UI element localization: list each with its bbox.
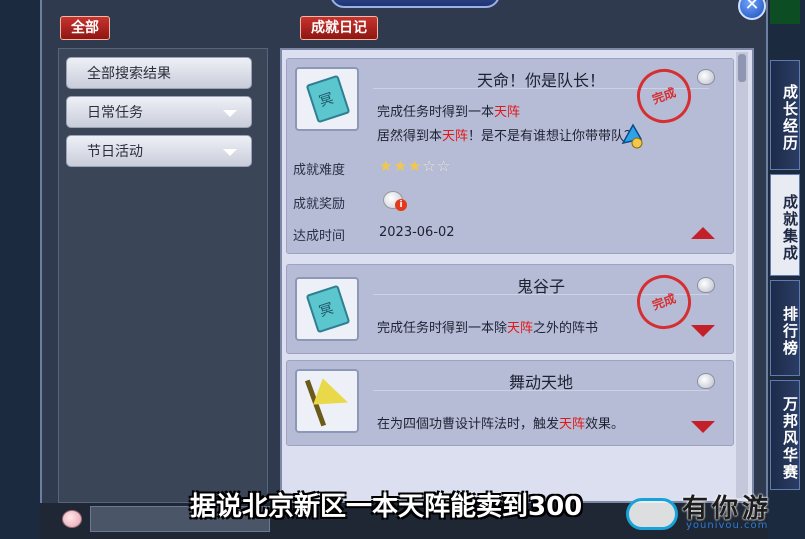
highlight-text: 天阵	[507, 321, 534, 336]
reward-label: 成就奖励	[293, 197, 346, 212]
gamepad-icon	[626, 498, 678, 530]
logo-url: younivou.com	[686, 520, 769, 531]
achievement-card[interactable]: 天命！你是队长！ 完成 完成任务时得到一本天阵 居然得到本天阵！是不是有谁想让你…	[286, 58, 734, 254]
achievement-desc-line: 在为四個功曹设计阵法时，触发天阵效果。	[377, 417, 625, 432]
category-label: 节日活动	[87, 144, 143, 160]
star-empty-icon: ☆	[436, 157, 452, 175]
star-icon: ★	[407, 157, 423, 175]
peach-icon	[697, 373, 715, 389]
category-label: 全部搜索结果	[87, 66, 171, 82]
chevron-down-icon	[223, 149, 237, 156]
category-festival-events[interactable]: 节日活动	[66, 135, 252, 167]
achievement-title: 舞动天地	[508, 373, 573, 392]
scrollbar[interactable]	[736, 52, 748, 498]
peach-icon[interactable]	[62, 510, 82, 528]
achievement-desc-line: 居然得到本天阵！是不是有谁想让你带带队？	[377, 129, 638, 144]
difficulty-label: 成就难度	[293, 163, 346, 178]
achievement-card[interactable]: 舞动天地 在为四個功曹设计阵法时，触发天阵效果。	[286, 360, 734, 446]
side-tab-growth[interactable]: 成长经历	[770, 60, 800, 170]
date-label: 达成时间	[293, 229, 346, 244]
peach-icon	[697, 69, 715, 85]
watermark-logo: 有你游 younivou.com	[620, 488, 800, 538]
info-badge-icon: i	[395, 199, 407, 211]
side-tab-ranking[interactable]: 排行榜	[770, 280, 800, 376]
card-title-bar: 舞动天地	[373, 365, 709, 392]
highlight-text: 天阵	[559, 417, 586, 432]
achievement-icon-frame	[295, 369, 359, 433]
achievement-card[interactable]: 鬼谷子 完成 完成任务时得到一本除天阵之外的阵书	[286, 264, 734, 354]
category-label: 日常任务	[87, 105, 143, 121]
achievement-date: 2023-06-02	[379, 225, 455, 240]
highlight-text: 天阵	[494, 105, 521, 120]
video-subtitle: 据说北京新区一本天阵能卖到300	[190, 492, 583, 522]
star-icon: ★	[393, 157, 408, 175]
tab-achievement-diary[interactable]: 成就日记	[300, 16, 378, 40]
achievement-icon-frame	[295, 277, 359, 341]
book-icon	[305, 284, 351, 334]
achievement-desc-line: 完成任务时得到一本除天阵之外的阵书	[377, 321, 599, 336]
tab-all[interactable]: 全部	[60, 16, 110, 40]
category-panel: 全部搜索结果 日常任务 节日活动	[58, 48, 268, 503]
category-daily-tasks[interactable]: 日常任务	[66, 96, 252, 128]
sparkle-icon	[621, 123, 643, 149]
highlight-text: 天阵	[442, 129, 469, 144]
achievement-desc-line: 完成任务时得到一本天阵	[377, 105, 521, 120]
battery-indicator	[770, 0, 800, 24]
expand-icon[interactable]	[691, 325, 715, 337]
category-all-results[interactable]: 全部搜索结果	[66, 57, 252, 89]
achievement-icon-frame	[295, 67, 359, 131]
difficulty-stars: ★★★☆☆	[379, 157, 451, 175]
expand-icon[interactable]	[691, 421, 715, 433]
book-icon	[305, 74, 351, 124]
side-tab-achievements[interactable]: 成就集成	[770, 174, 800, 276]
window-title-banner	[330, 0, 500, 8]
side-tab-event[interactable]: 万邦风华赛	[770, 380, 800, 490]
scroll-thumb[interactable]	[738, 54, 746, 82]
star-empty-icon: ☆	[422, 157, 437, 175]
collapse-icon[interactable]	[691, 227, 715, 239]
star-icon: ★	[379, 157, 394, 175]
peach-icon	[697, 277, 715, 293]
chevron-down-icon	[223, 110, 237, 117]
